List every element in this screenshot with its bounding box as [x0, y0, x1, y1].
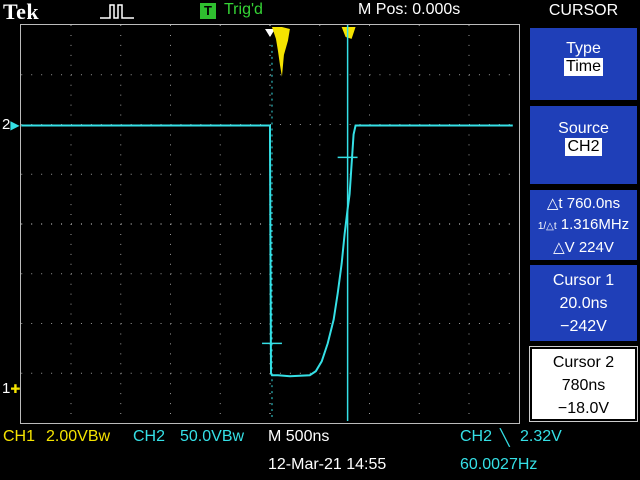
type-button[interactable]: Type Time	[530, 28, 637, 100]
ch1-marker[interactable]: 1✚	[2, 380, 20, 397]
status-bar: Tek T Trig'd M Pos: 0.000s	[0, 0, 525, 24]
source-value: CH2	[565, 138, 602, 156]
ch2-waveform	[21, 124, 513, 378]
ch2-marker[interactable]: 2▶	[2, 116, 20, 133]
waveform-display[interactable]	[20, 24, 520, 424]
date-time: 12-Mar-21 14:55	[268, 456, 387, 473]
cursor-1-button[interactable]: Cursor 1 20.0ns −242V	[530, 265, 637, 341]
trigger-slope-icon: ╲	[500, 430, 510, 447]
cursor-2-label: Cursor 2	[552, 354, 615, 371]
brand-logo: Tek	[3, 0, 40, 24]
cursor-2-time: 780ns	[561, 377, 606, 394]
delta-voltage: △V 224V	[553, 239, 614, 256]
cursor-menu: CURSOR Type Time Source CH2 △t 760.0ns 1…	[527, 0, 640, 425]
trigger-frequency: 60.0027Hz	[460, 456, 538, 473]
trigger-position-marker	[265, 26, 356, 77]
footer-status: CH1 2.00VBᴡ CH2 50.0VBᴡ M 500ns CH2 ╲ 2.…	[0, 425, 640, 480]
ch1-scale: 2.00VBᴡ	[46, 428, 111, 445]
source-label: Source	[558, 120, 609, 137]
type-label: Type	[566, 40, 601, 57]
trigger-status: Trig'd	[224, 1, 263, 18]
cursor-2-button[interactable]: Cursor 2 780ns −18.0V	[529, 346, 638, 422]
horizontal-position: M Pos: 0.000s	[358, 1, 461, 18]
delta-time: △t 760.0ns	[546, 195, 621, 212]
trigger-level: 2.32V	[520, 428, 562, 445]
cursor-1-label: Cursor 1	[552, 272, 615, 289]
trigger-source: CH2	[460, 428, 493, 445]
cursor-1-value: −242V	[560, 318, 607, 335]
menu-title: CURSOR	[527, 0, 640, 22]
timebase: M 500ns	[268, 428, 330, 445]
ch2-label: CH2	[133, 428, 166, 445]
acquisition-pulse-icon	[100, 4, 134, 19]
delta-readout: △t 760.0ns 1/△t 1.316MHz △V 224V	[530, 190, 637, 260]
source-button[interactable]: Source CH2	[530, 106, 637, 184]
cursor-2-value: −18.0V	[557, 400, 610, 417]
ch1-label: CH1	[3, 428, 36, 445]
delta-frequency: 1.316MHz	[560, 216, 630, 233]
cursor-1-time: 20.0ns	[559, 295, 608, 312]
ch2-scale: 50.0VBᴡ	[180, 428, 245, 445]
trigger-icon: T	[200, 3, 216, 19]
delta-freq-icon: 1/△t	[537, 221, 557, 232]
type-value: Time	[564, 58, 603, 76]
